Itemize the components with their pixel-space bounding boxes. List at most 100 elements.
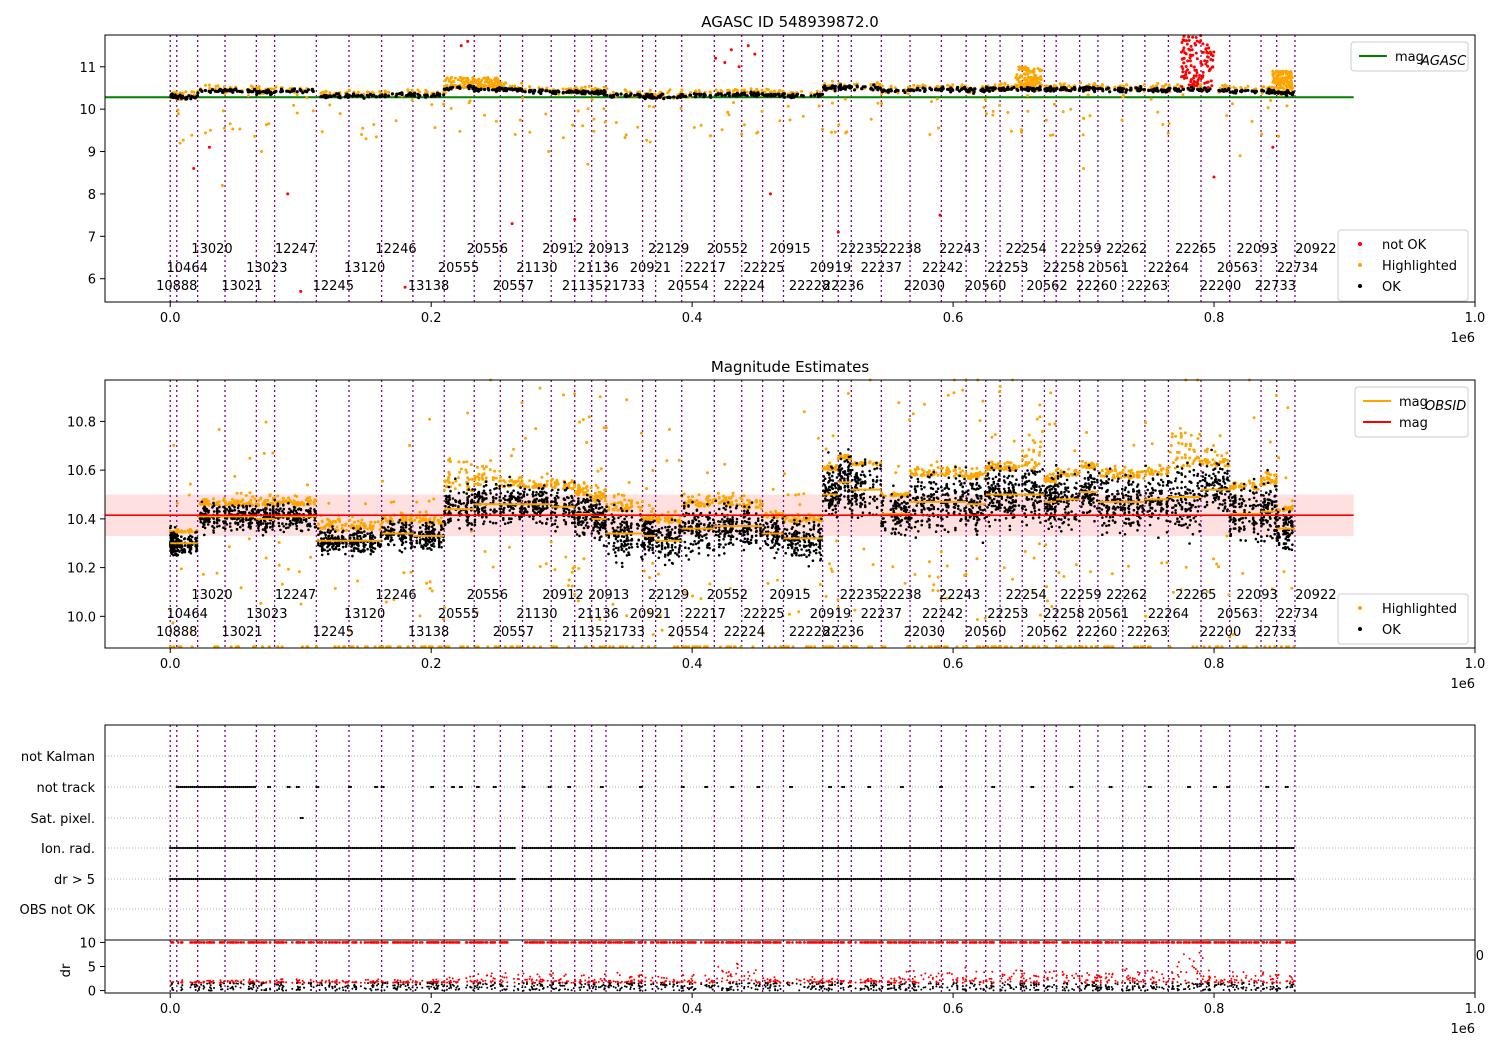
legend-swatch-dot (1358, 263, 1362, 267)
obsid-label: 20915 (769, 242, 810, 257)
obsid-label: 13020 (191, 242, 232, 257)
dr-panel: 0 5 10 0.0 0.2 0.4 0.6 0.8 1.0 1e6 dr (59, 936, 1485, 1037)
obsid-label: 22093 (1236, 588, 1277, 603)
x-offset-label: 1e6 (1450, 677, 1475, 692)
flag-category-label: dr > 5 (54, 873, 95, 888)
x-tick-label: 0.2 (421, 1002, 442, 1017)
x-tick-label: 0.8 (1204, 311, 1225, 326)
obsid-label: 22237 (861, 261, 902, 276)
obsid-label: 20563 (1217, 261, 1258, 276)
x-tick-label: 0.8 (1204, 657, 1225, 672)
obsid-label: 20552 (707, 588, 748, 603)
obsid-label: 22260 (1076, 279, 1117, 294)
obsid-label: 20560 (965, 279, 1006, 294)
obsid-label: 22235 (840, 242, 881, 257)
x-tick-label: 0.6 (943, 1002, 964, 1017)
legend-label: mag (1399, 416, 1428, 431)
obsid-label: 20563 (1217, 607, 1258, 622)
y-tick-label: 6 (88, 273, 96, 288)
obsid-label: 22253 (987, 607, 1028, 622)
obsid-label: 22263 (1127, 625, 1168, 640)
x-tick-label: 0.4 (682, 657, 703, 672)
obsid-label: 22238 (880, 588, 921, 603)
obsid-label: 21135 (562, 279, 603, 294)
y-tick-label: 7 (88, 230, 96, 245)
obsid-label: 22734 (1277, 607, 1318, 622)
obsid-label: 12247 (275, 588, 316, 603)
obsid-label: 12247 (275, 242, 316, 257)
legend-label: not OK (1382, 238, 1427, 253)
y-tick-label: 10.2 (67, 562, 96, 577)
obsid-label: 20912 (542, 588, 583, 603)
plot-frame (104, 724, 1476, 941)
obsid-label: 21136 (578, 607, 619, 622)
obsid-label: 20552 (707, 242, 748, 257)
obsid-label: 13138 (408, 625, 449, 640)
obsid-label: 13023 (246, 607, 287, 622)
obsid-label: 10464 (167, 607, 208, 622)
obsid-label: 22265 (1175, 588, 1216, 603)
obsid-label: 22734 (1277, 261, 1318, 276)
obsid-label: 22217 (685, 261, 726, 276)
obsid-label: 20556 (467, 588, 508, 603)
x-tick-label: 0.6 (943, 311, 964, 326)
obsid-label: 22129 (648, 588, 689, 603)
obsid-label: 22254 (1005, 242, 1046, 257)
obsid-label: 22733 (1255, 279, 1296, 294)
obsid-label: 10888 (156, 279, 197, 294)
obsid-label: 22200 (1200, 625, 1241, 640)
obsid-label: 20921 (630, 607, 671, 622)
obsid-label: 22243 (939, 588, 980, 603)
y-tick-label: 11 (79, 61, 96, 76)
obsid-label: 20557 (493, 279, 534, 294)
obsid-label: 21733 (604, 625, 645, 640)
y-tick-label: 10 (79, 936, 96, 951)
obsid-label: 22238 (880, 242, 921, 257)
legend-label-subscript: AGASC (1420, 54, 1467, 69)
y-tick-label: 10.0 (67, 610, 96, 625)
obsid-label: 22217 (685, 607, 726, 622)
obsid-label: 22262 (1106, 588, 1147, 603)
obsid-label: 13021 (221, 625, 262, 640)
obsid-label: 22258 (1043, 607, 1084, 622)
obsid-label: 22224 (724, 625, 765, 640)
obsid-label: 22224 (724, 279, 765, 294)
obsid-label: 21130 (516, 607, 557, 622)
obsid-label: 12245 (313, 279, 354, 294)
obsid-label: 22200 (1200, 279, 1241, 294)
obsid-label: 13023 (246, 261, 287, 276)
obsid-label: 20919 (810, 261, 851, 276)
y-tick-label: 10.6 (67, 464, 96, 479)
obsid-label: 22030 (904, 625, 945, 640)
obsid-label: 22733 (1255, 625, 1296, 640)
y-tick-label: 10 (79, 103, 96, 118)
obsid-label: 13020 (191, 588, 232, 603)
legend-label: OK (1382, 280, 1401, 295)
obsid-label: 20554 (668, 625, 709, 640)
x-tick-label: 0.0 (160, 1002, 181, 1017)
obsid-label: 21733 (604, 279, 645, 294)
legend-swatch-dot (1358, 606, 1362, 610)
y-tick-label: 10.4 (67, 513, 96, 528)
legend-swatch-dot (1358, 627, 1362, 631)
y-tick-label: 10.8 (67, 415, 96, 430)
obsid-label: 20562 (1026, 625, 1067, 640)
obsid-label: 20919 (810, 607, 851, 622)
magnitude-estimates-panel: 0.0 0.2 0.4 0.6 0.8 1.0 1e6 10.0 10.2 10.4 10.6 10.… (67, 358, 1485, 692)
obsid-label: 22259 (1060, 588, 1101, 603)
obsid-label: 22265 (1175, 242, 1216, 257)
legend-swatch-dot (1358, 242, 1362, 246)
plot-frame (104, 34, 1476, 303)
panel-title: Magnitude Estimates (711, 358, 869, 376)
x-tick-label: 0.0 (160, 311, 181, 326)
y-tick-label: 8 (88, 188, 96, 203)
obsid-label: 22264 (1148, 607, 1189, 622)
obsid-label: 20555 (438, 607, 479, 622)
flag-category-label: not Kalman (21, 750, 95, 765)
obsid-label: 20922 (1295, 242, 1336, 257)
obsid-label: 22264 (1148, 261, 1189, 276)
x-tick-label: 0.8 (1204, 1002, 1225, 1017)
obsid-label: 22242 (922, 607, 963, 622)
x-tick-label: 1.0 (1465, 1002, 1486, 1017)
obsid-label: 21130 (516, 261, 557, 276)
